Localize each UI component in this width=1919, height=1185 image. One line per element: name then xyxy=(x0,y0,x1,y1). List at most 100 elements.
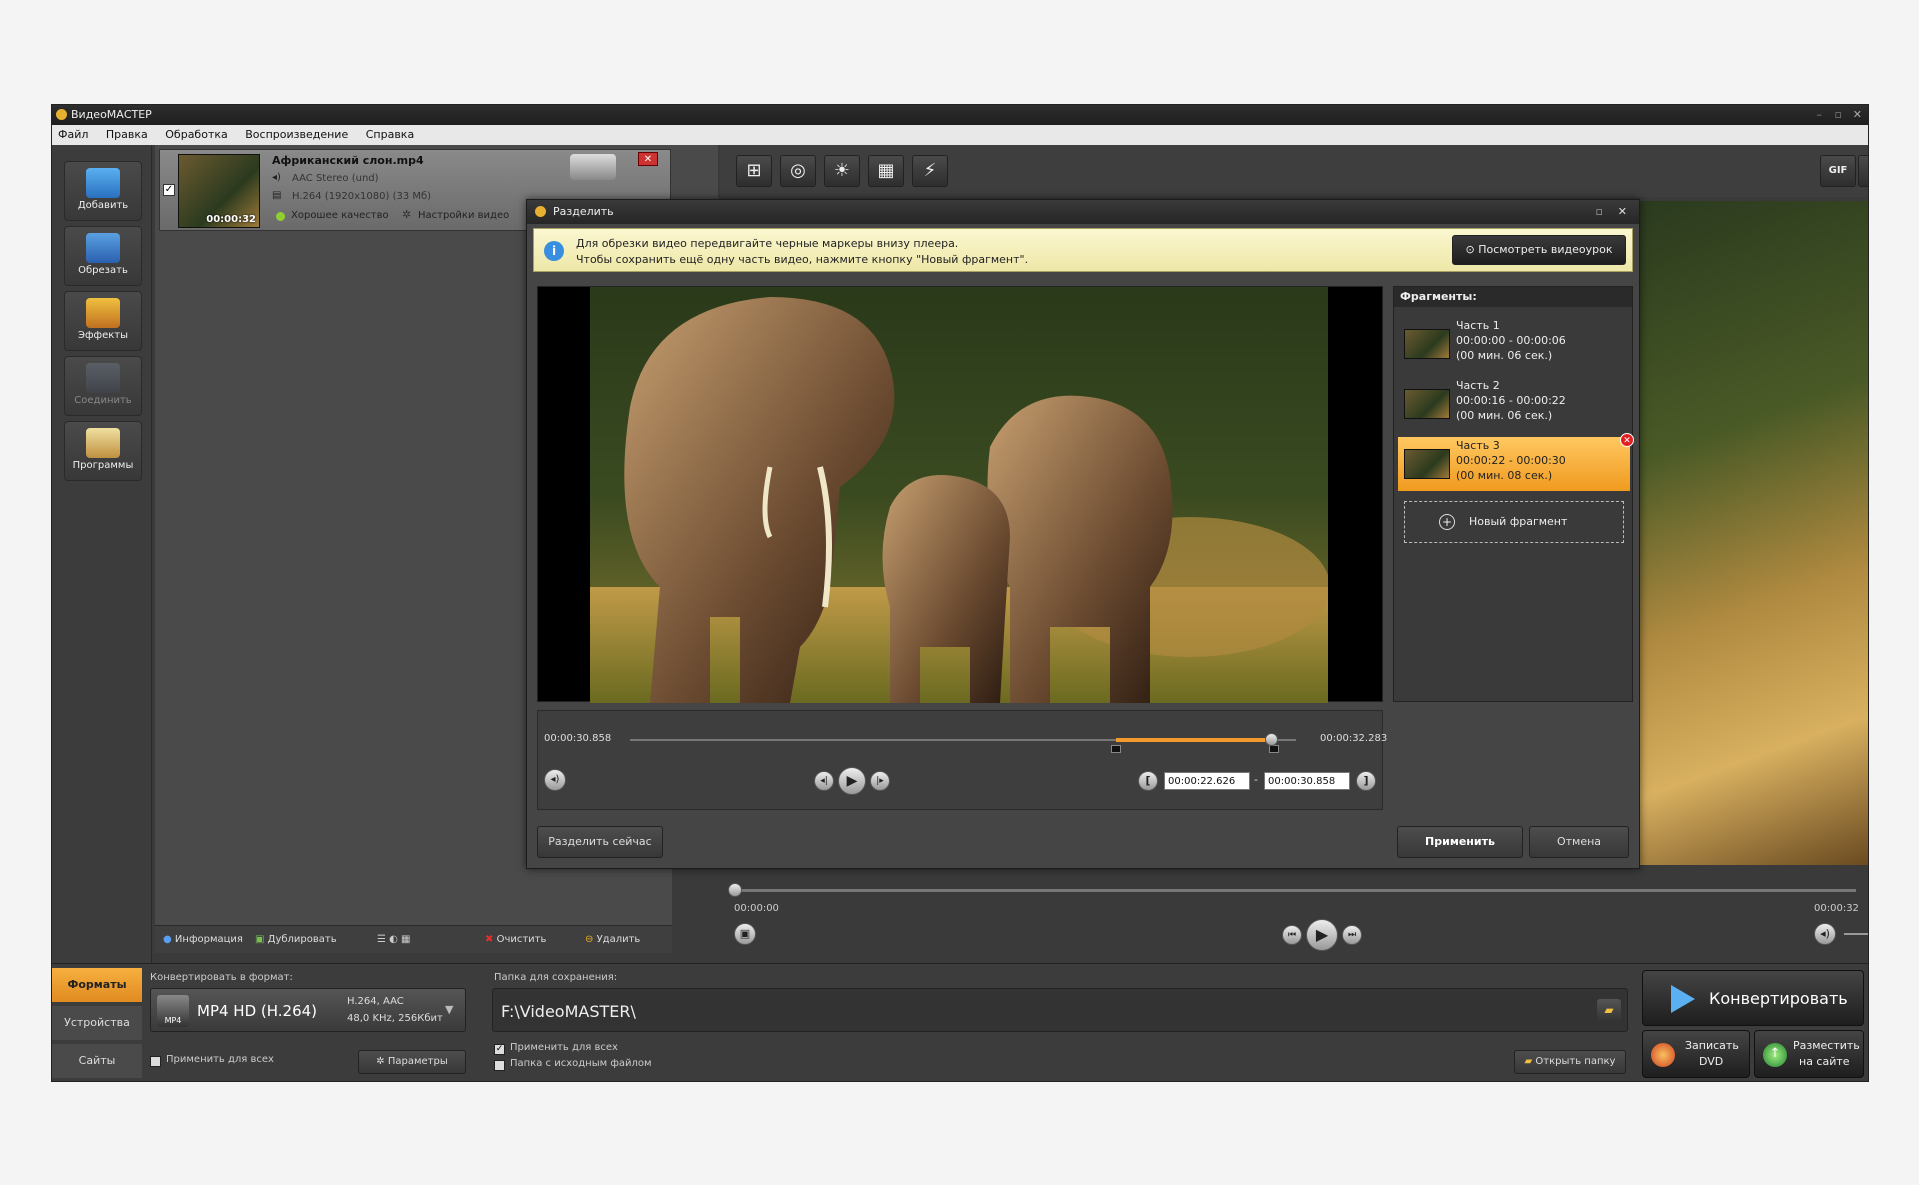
fragment-thumbnail xyxy=(1404,389,1450,419)
dialog-titlebar: Разделить ▫ ✕ xyxy=(527,200,1639,224)
duplicate-button[interactable]: ▣ Дублировать xyxy=(255,926,337,954)
main-prev-button[interactable]: ⏮ xyxy=(1282,925,1302,945)
split-dialog: Разделить ▫ ✕ i Для обрезки видео передв… xyxy=(526,199,1640,869)
apply-button[interactable]: Применить xyxy=(1397,826,1523,858)
clear-button[interactable]: ✖ Очистить xyxy=(485,926,546,954)
source-folder-checkbox[interactable] xyxy=(494,1060,505,1071)
brightness-icon[interactable]: ☀ xyxy=(824,155,860,187)
fragment-item[interactable]: Часть 1 00:00:00 - 00:00:06 (00 мин. 06 … xyxy=(1398,317,1630,371)
programs-button[interactable]: Программы xyxy=(64,421,142,481)
player-toolbar: ⊞ ◎ ☀ ▦ ⚡ GIF ⛶ xyxy=(720,145,1868,197)
file-duration: 00:00:32 xyxy=(206,214,256,225)
camera-icon xyxy=(570,154,616,180)
menu-file[interactable]: Файл xyxy=(58,128,88,141)
trim-selection xyxy=(1116,738,1274,742)
tab-devices[interactable]: Устройства xyxy=(52,1006,142,1040)
open-folder-button[interactable]: ▰ Открыть папку xyxy=(1514,1050,1626,1074)
trim-end-marker[interactable] xyxy=(1269,745,1280,753)
apply-all-folder-checkbox[interactable]: ✓ xyxy=(494,1044,505,1055)
main-next-button[interactable]: ⏭ xyxy=(1342,925,1362,945)
params-button[interactable]: ✲ Параметры xyxy=(358,1050,466,1074)
audio-icon: ◂) xyxy=(272,172,281,183)
minimize-button[interactable]: – xyxy=(1817,105,1823,125)
source-folder-label: Папка с исходным файлом xyxy=(510,1058,652,1069)
close-button[interactable]: ✕ xyxy=(1853,105,1862,125)
dialog-volume-button[interactable]: ◂) xyxy=(544,769,566,791)
menu-help[interactable]: Справка xyxy=(366,128,414,141)
dialog-play-button[interactable]: ▶ xyxy=(838,767,866,795)
end-timecode-input[interactable] xyxy=(1264,772,1350,790)
speed-icon[interactable]: ⚡ xyxy=(912,155,948,187)
apply-all-checkbox[interactable] xyxy=(150,1056,161,1067)
folder-path-input[interactable] xyxy=(501,1001,1561,1021)
left-toolbar: Добавить Обрезать Эффекты Соединить Прог… xyxy=(52,145,152,963)
fragment-item-selected[interactable]: Часть 3 00:00:22 - 00:00:30 (00 мин. 08 … xyxy=(1398,433,1634,491)
playhead-handle[interactable] xyxy=(1264,733,1278,746)
dialog-close-button[interactable]: ✕ xyxy=(1618,200,1627,224)
set-end-button[interactable]: ] xyxy=(1356,771,1376,791)
fragment-item[interactable]: Часть 2 00:00:16 - 00:00:22 (00 мин. 06 … xyxy=(1398,377,1630,431)
prev-frame-button[interactable]: ◂| xyxy=(814,771,834,791)
file-audio: AAC Stereo (und) xyxy=(292,173,379,184)
list-view-toggle[interactable]: ☰ ◐ ▦ xyxy=(377,926,411,954)
tab-formats[interactable]: Форматы xyxy=(52,968,142,1002)
add-button[interactable]: Добавить xyxy=(64,161,142,221)
effects-button[interactable]: Эффекты xyxy=(64,291,142,351)
fullscreen-icon[interactable]: ⛶ xyxy=(1858,155,1868,187)
join-button[interactable]: Соединить xyxy=(64,356,142,416)
new-fragment-button[interactable]: + Новый фрагмент xyxy=(1404,501,1624,543)
menu-playback[interactable]: Воспроизведение xyxy=(245,128,348,141)
trim-timeline[interactable] xyxy=(630,733,1296,753)
menu-edit[interactable]: Правка xyxy=(106,128,148,141)
main-volume-slider[interactable] xyxy=(1844,933,1868,935)
file-checkbox[interactable]: ✓ xyxy=(163,184,175,196)
folder-label: Папка для сохранения: xyxy=(494,972,618,983)
watch-tutorial-button[interactable]: ⊙ Посмотреть видеоурок xyxy=(1452,235,1626,265)
main-play-button[interactable]: ▶ xyxy=(1306,919,1338,951)
publish-button[interactable]: ↑ Разместить на сайте xyxy=(1754,1030,1864,1078)
crop-icon[interactable]: ⊞ xyxy=(736,155,772,187)
set-start-button[interactable]: [ xyxy=(1138,771,1158,791)
quality-dot-icon xyxy=(276,212,285,221)
apply-all-folder-label: Применить для всех xyxy=(510,1042,618,1053)
dialog-maximize-button[interactable]: ▫ xyxy=(1596,200,1603,224)
filmstrip-icon[interactable]: ▦ xyxy=(868,155,904,187)
info-banner: i Для обрезки видео передвигайте черные … xyxy=(533,228,1633,272)
gear-icon: ✲ xyxy=(402,208,412,221)
main-timeline-handle[interactable] xyxy=(728,883,742,897)
remove-fragment-button[interactable]: ✕ xyxy=(1620,433,1634,447)
folder-browse-icon[interactable]: ▰ xyxy=(1597,999,1621,1021)
title-bar: ВидеоМАСТЕР – ▫ ✕ xyxy=(52,105,1868,125)
next-frame-button[interactable]: |▸ xyxy=(870,771,890,791)
elephants-video-image xyxy=(590,287,1328,703)
trim-start-marker[interactable] xyxy=(1111,745,1122,753)
gif-button[interactable]: GIF xyxy=(1820,155,1856,187)
main-video-preview xyxy=(1636,201,1868,865)
delete-button[interactable]: ⊖ Удалить xyxy=(585,926,640,954)
video-settings-link[interactable]: Настройки видео xyxy=(418,210,509,221)
format-name: MP4 HD (H.264) xyxy=(197,1002,318,1020)
split-now-button[interactable]: Разделить сейчас xyxy=(537,826,663,858)
main-snapshot-button[interactable]: ▣ xyxy=(734,923,756,945)
app-logo-icon xyxy=(56,109,67,120)
tab-sites[interactable]: Сайты xyxy=(52,1044,142,1078)
bottom-panel: Форматы Устройства Сайты Конвертировать … xyxy=(52,963,1868,1081)
delete-icon: ⊖ xyxy=(585,934,594,945)
chevron-down-icon: ▼ xyxy=(445,1003,454,1016)
snapshot-icon[interactable]: ◎ xyxy=(780,155,816,187)
dvd-icon xyxy=(1651,1043,1675,1067)
format-selector[interactable]: MP4 MP4 HD (H.264) H.264, AAC 48,0 KHz, … xyxy=(150,988,466,1032)
main-volume-icon[interactable]: ◂) xyxy=(1814,923,1836,945)
menu-process[interactable]: Обработка xyxy=(165,128,227,141)
cut-button[interactable]: Обрезать xyxy=(64,226,142,286)
dialog-title: Разделить xyxy=(553,205,614,218)
start-timecode-input[interactable] xyxy=(1164,772,1250,790)
cancel-button[interactable]: Отмена xyxy=(1529,826,1629,858)
info-button[interactable]: ● Информация xyxy=(163,926,243,954)
burn-dvd-button[interactable]: Записать DVD xyxy=(1642,1030,1750,1078)
main-timeline[interactable] xyxy=(734,889,1856,892)
programs-icon xyxy=(86,428,120,458)
remove-file-button[interactable]: ✕ xyxy=(638,152,658,166)
convert-button[interactable]: Конвертировать xyxy=(1642,970,1864,1026)
maximize-button[interactable]: ▫ xyxy=(1835,105,1842,125)
